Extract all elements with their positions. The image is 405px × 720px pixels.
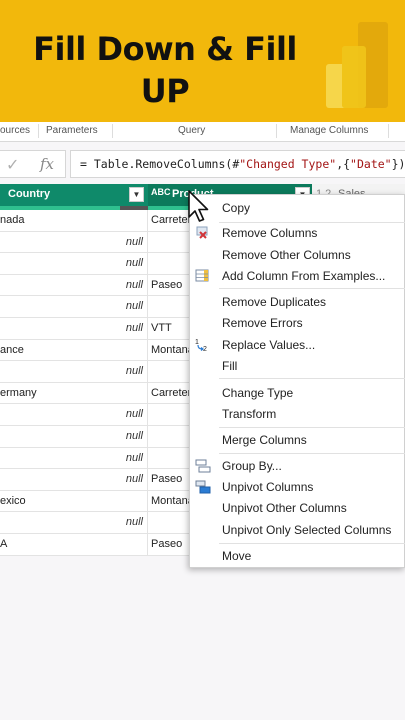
formula-string-changed-type: "Changed Type" xyxy=(239,157,337,171)
add-column-examples-icon xyxy=(195,269,209,282)
column-header-country[interactable]: Country ▼ xyxy=(0,184,148,206)
menu-item-group-by[interactable]: Group By... xyxy=(190,456,405,476)
country-cell[interactable]: null xyxy=(0,296,148,317)
country-cell[interactable]: null xyxy=(0,361,148,382)
text-type-icon[interactable]: ABC xyxy=(151,187,171,197)
null-value: null xyxy=(125,300,143,313)
group-by-icon xyxy=(195,459,211,473)
screen: Fill Down & Fill UP ources Parameters Qu… xyxy=(0,0,405,720)
null-value: null xyxy=(125,365,143,378)
country-cell[interactable]: null xyxy=(0,512,148,533)
country-cell[interactable]: exico xyxy=(0,490,148,512)
menu-item-remove-columns[interactable]: Remove Columns xyxy=(190,223,405,243)
menu-item-label: Change Type xyxy=(222,386,294,400)
ribbon-group-parameters: Parameters xyxy=(46,125,98,136)
country-cell[interactable]: null xyxy=(0,425,148,447)
mouse-pointer-icon xyxy=(188,190,209,222)
menu-item-label: Unpivot Only Selected Columns xyxy=(222,523,392,537)
country-cell[interactable]: null xyxy=(0,253,148,274)
null-value: null xyxy=(125,408,143,421)
power-bi-logo-icon xyxy=(326,22,388,108)
remove-columns-icon xyxy=(196,226,208,239)
formula-bar: ✓ fx = Table.RemoveColumns(#"Changed Typ… xyxy=(0,142,405,184)
country-cell[interactable]: null xyxy=(0,274,148,296)
menu-item-merge-columns[interactable]: Merge Columns xyxy=(190,430,405,450)
country-value: exico xyxy=(0,494,26,507)
null-value: null xyxy=(125,278,143,291)
title-banner: Fill Down & Fill UP xyxy=(0,0,405,122)
fx-icon[interactable]: fx xyxy=(40,155,54,173)
null-value: null xyxy=(125,235,143,248)
country-value: ermany xyxy=(0,386,37,399)
menu-item-label: Remove Columns xyxy=(222,226,318,240)
menu-item-unpivot-columns[interactable]: Unpivot Columns xyxy=(190,477,405,497)
replace-values-icon: 1 2 xyxy=(195,339,207,352)
formula-text-mid: ,{ xyxy=(336,157,351,171)
country-cell[interactable]: ermany xyxy=(0,382,148,404)
formula-text-suffix: }) xyxy=(391,157,405,171)
country-filter-dropdown-icon[interactable]: ▼ xyxy=(129,187,144,202)
null-value: null xyxy=(125,429,143,442)
menu-item-unpivot-only-selected-columns[interactable]: Unpivot Only Selected Columns xyxy=(190,520,405,540)
menu-item-label: Remove Duplicates xyxy=(222,295,327,309)
ribbon-group-labels: ources Parameters Query Manage Columns xyxy=(0,122,405,142)
menu-item-label: Transform xyxy=(222,407,277,421)
banner-title-line1: Fill Down & Fill xyxy=(33,30,297,68)
country-value: nada xyxy=(0,214,25,226)
ribbon-group-query: Query xyxy=(178,125,206,136)
country-value: A xyxy=(0,537,8,550)
menu-item-label: Merge Columns xyxy=(222,433,307,447)
menu-item-label: Unpivot Other Columns xyxy=(222,501,347,515)
ribbon-group-sources: ources xyxy=(0,125,31,136)
menu-item-label: Group By... xyxy=(222,459,282,473)
country-cell[interactable]: A xyxy=(0,533,148,555)
formula-text-prefix: = Table.RemoveColumns(# xyxy=(80,157,240,171)
country-cell[interactable]: nada xyxy=(0,210,148,231)
svg-text:1: 1 xyxy=(195,339,199,346)
menu-item-replace-values[interactable]: 1 2 Replace Values... xyxy=(190,335,405,355)
country-value: ance xyxy=(0,343,24,356)
menu-item-copy[interactable]: Copy xyxy=(190,198,405,218)
null-value: null xyxy=(125,257,143,270)
menu-item-remove-errors[interactable]: Remove Errors xyxy=(190,313,405,333)
country-cell[interactable]: ance xyxy=(0,339,148,361)
null-value: null xyxy=(125,516,143,529)
null-value: null xyxy=(125,451,143,464)
formula-input[interactable]: = Table.RemoveColumns(#"Changed Type",{"… xyxy=(70,150,405,178)
menu-item-transform[interactable]: Transform xyxy=(190,404,405,424)
country-cell[interactable]: null xyxy=(0,469,148,490)
column-label-country: Country xyxy=(8,188,51,200)
formula-controls: ✓ fx xyxy=(0,150,66,178)
menu-item-move[interactable]: Move xyxy=(190,546,405,566)
menu-item-label: Add Column From Examples... xyxy=(222,269,386,283)
column-context-menu: Copy Remove Columns Remove Other Columns… xyxy=(189,194,405,568)
menu-item-label: Remove Other Columns xyxy=(222,248,351,262)
null-value: null xyxy=(125,321,143,334)
menu-item-label: Fill xyxy=(222,359,238,373)
null-value: null xyxy=(125,473,143,486)
formula-string-date: "Date" xyxy=(350,157,392,171)
unpivot-icon xyxy=(195,480,211,494)
menu-item-label: Remove Errors xyxy=(222,316,303,330)
menu-item-fill[interactable]: Fill xyxy=(190,356,405,376)
menu-item-remove-duplicates[interactable]: Remove Duplicates xyxy=(190,292,405,312)
country-cell[interactable]: null xyxy=(0,231,148,253)
ribbon-group-manage-columns: Manage Columns xyxy=(290,125,369,136)
menu-item-label: Move xyxy=(222,549,252,563)
checkmark-icon[interactable]: ✓ xyxy=(6,155,19,175)
menu-item-change-type[interactable]: Change Type xyxy=(190,383,405,403)
menu-item-add-column-from-examples[interactable]: Add Column From Examples... xyxy=(190,266,405,286)
menu-item-unpivot-other-columns[interactable]: Unpivot Other Columns xyxy=(190,498,405,518)
country-cell[interactable]: null xyxy=(0,447,148,469)
menu-item-remove-other-columns[interactable]: Remove Other Columns xyxy=(190,245,405,265)
country-cell[interactable]: null xyxy=(0,317,148,339)
banner-title: Fill Down & Fill UP xyxy=(0,28,330,112)
menu-item-label: Replace Values... xyxy=(222,338,316,352)
menu-item-label: Copy xyxy=(222,201,251,215)
menu-item-label: Unpivot Columns xyxy=(222,480,314,494)
banner-title-line2: UP xyxy=(140,72,190,110)
country-cell[interactable]: null xyxy=(0,404,148,425)
